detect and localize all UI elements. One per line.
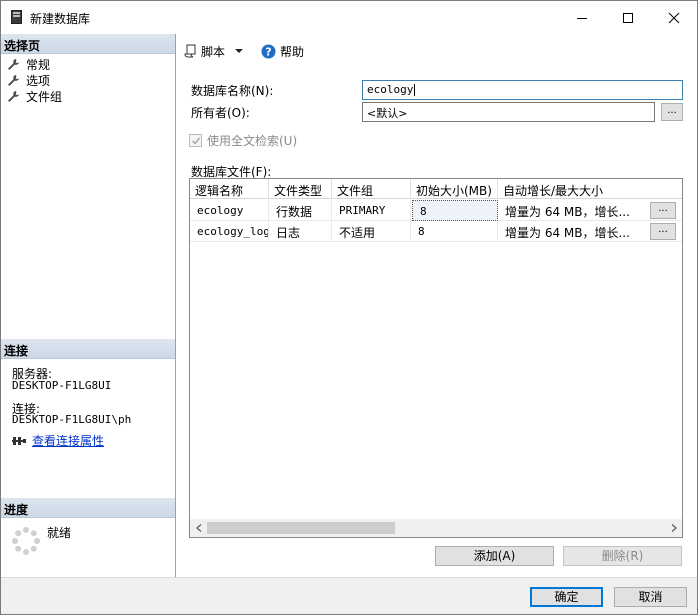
script-button[interactable]: 脚本 xyxy=(184,43,251,60)
page-item-label: 文件组 xyxy=(26,89,63,104)
grid-header: 逻辑名称 文件类型 文件组 初始大小(MB) 自动增长/最大大小 xyxy=(190,179,682,199)
view-connection-properties-label[interactable]: 查看连接属性 xyxy=(32,432,104,449)
cell-logical-name[interactable]: ecology xyxy=(190,200,269,221)
fulltext-label: 使用全文检索(U) xyxy=(207,134,298,148)
close-icon xyxy=(668,12,680,23)
page-item-general[interactable]: 常规 xyxy=(7,56,50,72)
new-database-dialog: 新建数据库 选择页 常规 选项 文件组 连接 服务器: DESKTOP-F1LG… xyxy=(0,0,698,615)
minimize-icon xyxy=(577,17,587,19)
fulltext-checkbox-row[interactable]: 使用全文检索(U) xyxy=(189,132,297,149)
help-button[interactable]: ? 帮助 xyxy=(261,43,304,60)
script-icon xyxy=(184,44,196,58)
database-name-value: ecology xyxy=(367,83,414,96)
owner-browse-button[interactable]: ... xyxy=(661,103,683,121)
cell-autogrowth[interactable]: 增量为 64 MB，增长... xyxy=(498,200,650,221)
cell-initial-size[interactable]: 8 xyxy=(412,200,498,221)
database-name-input[interactable]: ecology xyxy=(362,80,683,100)
title-bar[interactable]: 新建数据库 xyxy=(1,1,697,34)
owner-value: <默认> xyxy=(367,107,408,120)
help-label: 帮助 xyxy=(280,44,305,59)
left-pane: 选择页 常规 选项 文件组 连接 服务器: DESKTOP-F1LG8UI 连接… xyxy=(1,34,176,577)
connection-value: DESKTOP-F1LG8UI\ph xyxy=(12,413,132,426)
owner-label: 所有者(O): xyxy=(191,106,250,120)
maximize-icon xyxy=(623,12,633,23)
dropdown-arrow-icon[interactable] xyxy=(231,46,247,56)
column-header-logical-name[interactable]: 逻辑名称 xyxy=(190,179,269,199)
scroll-right-button[interactable] xyxy=(665,519,682,537)
column-header-initial-size[interactable]: 初始大小(MB) xyxy=(411,179,498,199)
progress-header: 进度 xyxy=(1,498,175,518)
script-label: 脚本 xyxy=(201,44,226,59)
minimize-button[interactable] xyxy=(559,1,605,34)
chevron-left-icon xyxy=(195,524,201,532)
server-value: DESKTOP-F1LG8UI xyxy=(12,379,112,392)
window-title: 新建数据库 xyxy=(30,12,91,26)
fulltext-checkbox[interactable] xyxy=(189,134,202,147)
dialog-footer: 确定 取消 xyxy=(1,577,697,614)
svg-text:?: ? xyxy=(265,45,271,58)
close-button[interactable] xyxy=(651,1,697,34)
wrench-icon xyxy=(8,58,19,70)
database-files-grid[interactable]: 逻辑名称 文件类型 文件组 初始大小(MB) 自动增长/最大大小 ecology… xyxy=(189,178,683,538)
cancel-button[interactable]: 取消 xyxy=(614,587,687,607)
page-item-label: 选项 xyxy=(26,73,51,88)
cell-filegroup[interactable]: 不适用 xyxy=(332,221,411,242)
autogrowth-edit-button[interactable]: ... xyxy=(650,202,676,219)
database-name-label: 数据库名称(N): xyxy=(191,84,274,98)
database-icon xyxy=(11,10,22,24)
toolbar: 脚本 ? 帮助 xyxy=(184,41,314,61)
column-header-file-type[interactable]: 文件类型 xyxy=(269,179,332,199)
progress-status: 就绪 xyxy=(47,526,72,540)
wrench-icon xyxy=(8,74,19,86)
add-button[interactable]: 添加(A) xyxy=(435,546,554,566)
wrench-icon xyxy=(8,90,19,102)
checkmark-icon xyxy=(191,137,200,145)
table-row[interactable]: ecology_log 日志 不适用 8 增量为 64 MB，增长... ... xyxy=(190,221,682,242)
page-item-options[interactable]: 选项 xyxy=(7,72,50,88)
ok-button[interactable]: 确定 xyxy=(530,587,603,607)
chevron-right-icon xyxy=(671,524,677,532)
select-page-header: 选择页 xyxy=(1,34,175,54)
view-connection-properties-link[interactable]: 查看连接属性 xyxy=(12,432,104,449)
cell-logical-name[interactable]: ecology_log xyxy=(190,221,269,242)
scroll-left-button[interactable] xyxy=(190,519,207,537)
cell-file-type[interactable]: 日志 xyxy=(269,221,332,242)
cell-initial-size[interactable]: 8 xyxy=(411,221,498,242)
horizontal-scrollbar[interactable] xyxy=(190,519,682,537)
scrollbar-thumb[interactable] xyxy=(207,522,395,534)
help-icon: ? xyxy=(261,44,276,58)
column-header-autogrowth[interactable]: 自动增长/最大大小 xyxy=(498,179,682,199)
connection-properties-icon xyxy=(12,436,26,445)
cell-autogrowth[interactable]: 增量为 64 MB，增长... xyxy=(498,221,650,242)
column-header-filegroup[interactable]: 文件组 xyxy=(332,179,411,199)
remove-button[interactable]: 删除(R) xyxy=(563,546,682,566)
cell-file-type[interactable]: 行数据 xyxy=(269,200,332,221)
text-caret xyxy=(414,84,416,96)
autogrowth-edit-button[interactable]: ... xyxy=(650,223,676,240)
connection-header: 连接 xyxy=(1,339,175,359)
page-item-label: 常规 xyxy=(26,57,51,72)
table-row[interactable]: ecology 行数据 PRIMARY 8 增量为 64 MB，增长... ..… xyxy=(190,200,682,221)
owner-input[interactable]: <默认> xyxy=(362,102,655,122)
cell-filegroup[interactable]: PRIMARY xyxy=(332,200,411,221)
maximize-button[interactable] xyxy=(605,1,651,34)
progress-spinner-icon xyxy=(12,527,40,555)
page-item-filegroups[interactable]: 文件组 xyxy=(7,88,62,104)
